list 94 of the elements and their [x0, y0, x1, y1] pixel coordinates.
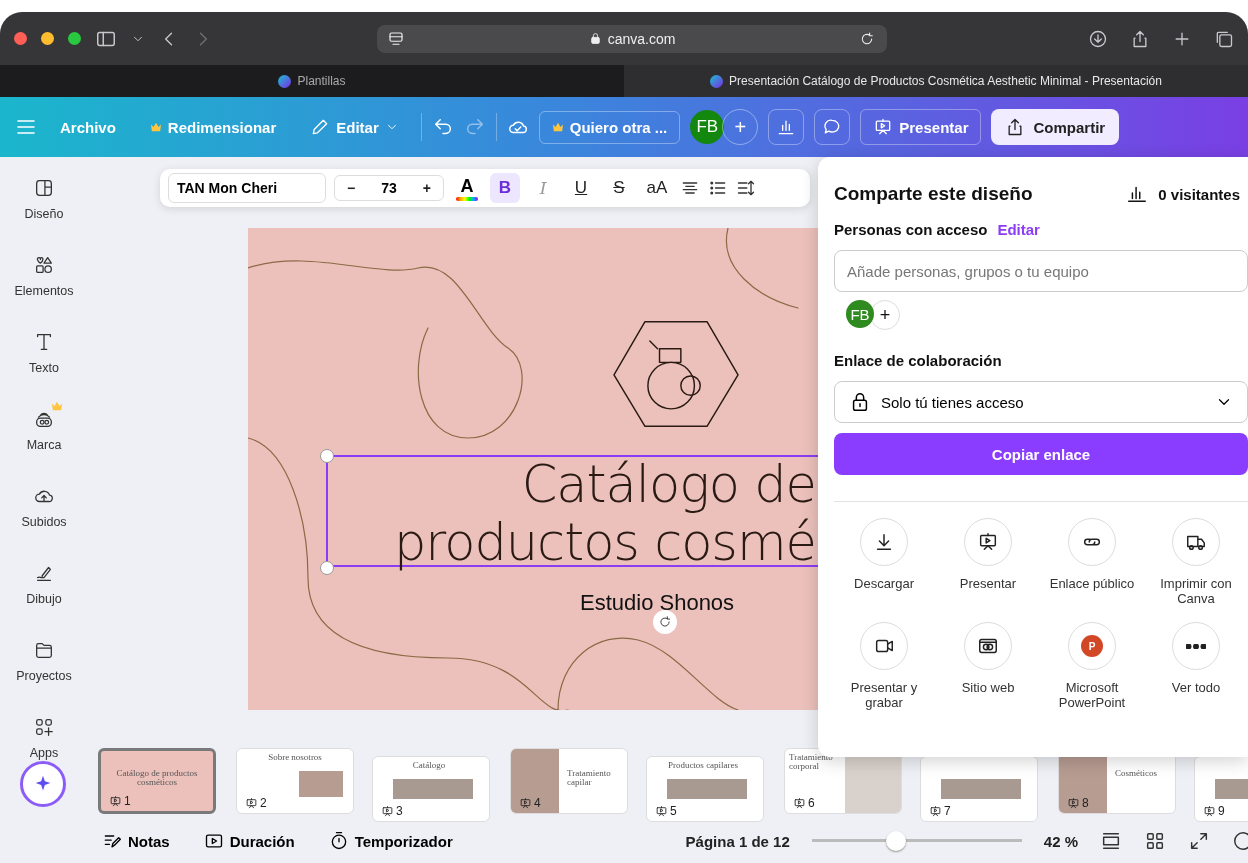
visitor-count: 0 visitantes	[1158, 185, 1240, 203]
presentation-icon	[655, 804, 668, 818]
user-avatar[interactable]: FB	[690, 110, 725, 144]
share-button[interactable]: Compartir	[991, 109, 1120, 145]
duration-button[interactable]: Duración	[197, 830, 301, 852]
format-button[interactable]: B	[490, 173, 520, 203]
share-option[interactable]: Presentar	[936, 518, 1040, 606]
powerpoint-logo: P	[1081, 635, 1103, 657]
apps-icon	[33, 716, 55, 738]
slide-thumbnail[interactable]: Tratamiento corporal 6	[784, 748, 902, 814]
timer-button[interactable]: Temporizador	[322, 830, 459, 852]
site-logo-icon	[278, 74, 292, 88]
presentation-icon	[929, 804, 942, 818]
present-button[interactable]: Presentar	[860, 109, 982, 145]
notes-button[interactable]: Notas	[96, 830, 176, 852]
browser-tab[interactable]: Presentación Catálogo de Productos Cosmética Aesthetic Minimal - Presentación	[624, 65, 1248, 97]
slide-thumbnail[interactable]: Productos capilares 5	[646, 756, 764, 822]
presentation-icon	[519, 796, 532, 810]
add-people-field[interactable]: Añade personas, grupos o tu equipo	[834, 250, 1248, 292]
slide-title[interactable]: Catálogo de productos cosmé	[394, 456, 816, 572]
text-color-button[interactable]: A	[452, 175, 482, 201]
lock-icon	[588, 32, 602, 45]
presentation-icon	[381, 804, 394, 818]
font-dropdown[interactable]: TAN Mon Cheri	[168, 173, 326, 203]
share-option[interactable]: Descargar	[832, 518, 936, 606]
presentation-icon	[1203, 804, 1216, 818]
sidebar-item[interactable]: Proyectos	[0, 631, 88, 683]
access-label: Personas con acceso	[834, 221, 988, 238]
photo-placeholder	[511, 749, 559, 813]
sidebar-item[interactable]: Subidos	[0, 477, 88, 529]
more-icon	[1186, 643, 1206, 649]
minimize-window-dot[interactable]	[41, 32, 54, 45]
sidebar-item[interactable]: Marca	[0, 400, 88, 452]
insights-button[interactable]	[768, 109, 805, 145]
reload-icon[interactable]	[859, 30, 875, 47]
download-icon[interactable]	[1088, 28, 1108, 49]
site-logo-icon	[710, 74, 724, 88]
sidebar-item[interactable]: Texto	[0, 323, 88, 375]
format-button[interactable]: aA	[642, 173, 672, 203]
slide-thumbnail[interactable]: Catálogo de productos cosméticos 1	[98, 748, 216, 814]
sidebar-item[interactable]: Diseño	[0, 169, 88, 221]
slide-thumbnail[interactable]: Tratamiento capilar 4	[510, 748, 628, 814]
copy-link-button[interactable]: Copiar enlace	[834, 433, 1248, 475]
share-option[interactable]: Ver todo	[1144, 622, 1248, 710]
link-label: Enlace de colaboración	[834, 352, 1003, 369]
resize-handle[interactable]	[320, 561, 334, 575]
share-option[interactable]: Presentar y grabar	[832, 622, 936, 710]
edit-link[interactable]: Editar	[997, 221, 1040, 238]
slide-subtitle[interactable]: Estudio Shonos	[580, 590, 735, 616]
panel-title: Comparte este diseño	[834, 183, 1033, 205]
share-option[interactable]: Sitio web	[936, 622, 1040, 710]
close-window-dot[interactable]	[14, 32, 27, 45]
page-menu-icon[interactable]	[387, 29, 405, 48]
line-spacing-icon[interactable]	[736, 178, 756, 198]
format-button[interactable]: U	[566, 173, 596, 203]
format-button[interactable]: S	[604, 173, 634, 203]
comment-button[interactable]	[814, 109, 851, 145]
presentation-icon	[977, 531, 999, 553]
decrease-size-button[interactable]: −	[343, 180, 360, 196]
presentation-icon	[109, 794, 122, 808]
presentation-icon	[245, 796, 258, 810]
slide-thumbnail[interactable]: Sobre nosotros 2	[236, 748, 354, 814]
slide-thumbnail[interactable]: 9	[1194, 756, 1248, 822]
layout-icon	[33, 177, 55, 199]
photo-placeholder	[299, 771, 343, 797]
slide-thumbnail[interactable]: Catálogo 3	[372, 756, 490, 822]
help-icon[interactable]	[1232, 830, 1248, 852]
presentation-icon	[1067, 796, 1080, 810]
user-avatar: FB	[846, 300, 874, 328]
sidebar-item[interactable]: Elementos	[0, 246, 88, 298]
shapes-icon	[33, 254, 55, 276]
resize-handle[interactable]	[320, 449, 334, 463]
sidebar-item[interactable]: Apps	[0, 708, 88, 760]
page-indicator: Página 1 de 12	[685, 832, 790, 850]
address-bar[interactable]: canva.com	[377, 24, 887, 53]
zoom-window-dot[interactable]	[68, 32, 81, 45]
rotate-handle[interactable]	[653, 610, 677, 634]
share-option[interactable]: P Microsoft PowerPoint	[1040, 622, 1144, 710]
fullscreen-icon[interactable]	[1188, 830, 1210, 852]
grid-view-icon[interactable]	[1144, 830, 1166, 852]
share-option[interactable]: Imprimir con Canva	[1144, 518, 1248, 606]
share-option[interactable]: Enlace público	[1040, 518, 1144, 606]
sidebar-item[interactable]: Dibujo	[0, 554, 88, 606]
increase-size-button[interactable]: +	[418, 180, 435, 196]
page-view-icon[interactable]	[1100, 830, 1122, 852]
access-dropdown[interactable]: Solo tú tienes acceso	[834, 381, 1248, 423]
slide-thumbnail[interactable]: 7	[920, 756, 1038, 822]
alternative-design-button[interactable]: Quiero otra ...	[538, 110, 681, 144]
zoom-reading: 42 %	[1043, 832, 1078, 850]
magic-button[interactable]	[20, 761, 66, 807]
presentation-icon	[793, 796, 806, 810]
slide-canvas[interactable]: Catálogo de productos cosmé Estudio Shonos	[248, 228, 818, 710]
font-size-field[interactable]: − 73 +	[334, 175, 444, 201]
perfume-bottle-icon	[613, 318, 739, 430]
